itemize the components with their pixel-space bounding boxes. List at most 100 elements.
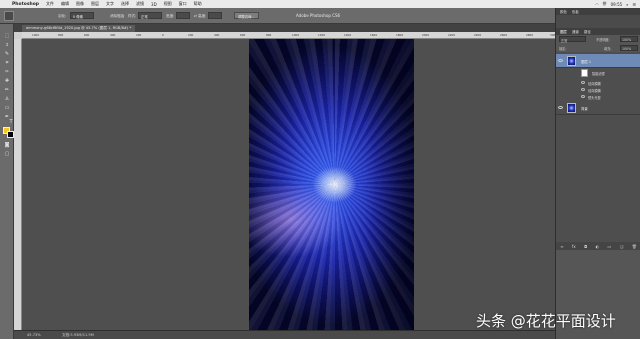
menu-help[interactable]: 帮助	[194, 1, 202, 7]
wifi-icon[interactable]: ◠	[595, 2, 599, 7]
stamp-tool-icon[interactable]: ♙	[3, 96, 11, 103]
marquee-tool-icon[interactable]: ⬚	[3, 33, 11, 40]
menu-edit[interactable]: 编辑	[61, 1, 69, 7]
link-layers-icon[interactable]: ∞	[560, 244, 563, 249]
menubar-status: ◠ 拼 09:55 ⌕ ☰	[595, 0, 636, 8]
layers-footer: ∞ fx ◘ ◐ ▭ ❏ 🗑	[556, 242, 640, 250]
layer-name: 背景	[581, 107, 588, 111]
document-tab[interactable]: aimmony-g68cf6f4d_1920.jpg @ 45.7% (图层 1…	[22, 25, 136, 32]
background-color-swatch[interactable]	[7, 131, 14, 138]
visibility-eye-icon[interactable]	[558, 106, 563, 109]
swap-icon[interactable]: ⇄	[194, 14, 197, 18]
filter-visibility-icon[interactable]	[581, 88, 585, 91]
new-layer-icon[interactable]: ❏	[620, 244, 624, 249]
tools-panel: ⬚ ↄ ✎ ⌗ ✑ ✚ ✏ ♙ ▭ ✒ T ◙ ▢	[0, 24, 14, 339]
feather-input[interactable]: 0 像素	[70, 12, 94, 19]
menu-3d[interactable]: 3D	[151, 2, 157, 7]
lasso-tool-icon[interactable]: ↄ	[3, 42, 11, 49]
ruler-label: 1600	[370, 33, 378, 37]
refine-edge-button[interactable]: 调整边缘...	[234, 12, 259, 19]
menu-type[interactable]: 文字	[106, 1, 114, 7]
vertical-ruler[interactable]	[14, 39, 22, 330]
feather-label: 羽化:	[58, 14, 67, 18]
delete-layer-icon[interactable]: 🗑	[632, 244, 637, 249]
quick-select-tool-icon[interactable]: ✎	[3, 51, 11, 58]
mac-menubar: Photoshop 文件 编辑 图像 图层 文字 选择 滤镜 3D 视图 窗口 …	[0, 0, 640, 8]
brush-tool-icon[interactable]: ✏	[3, 87, 11, 94]
ruler-origin[interactable]	[14, 32, 22, 39]
status-bar: 45.73% 文档:5.93M/11.9M	[14, 330, 555, 339]
tool-preset-picker[interactable]	[4, 11, 14, 21]
opacity-input[interactable]: 100%	[620, 36, 638, 42]
document-size[interactable]: 文档:5.93M/11.9M	[62, 333, 94, 338]
filter-visibility-icon[interactable]	[581, 81, 585, 84]
filter-visibility-icon[interactable]	[581, 95, 585, 98]
tab-color[interactable]: 颜色	[560, 9, 567, 14]
layer-row-background[interactable]: 背景	[556, 101, 640, 115]
menu-file[interactable]: 文件	[46, 1, 54, 7]
adjustment-layer-icon[interactable]: ◐	[596, 244, 600, 249]
eraser-tool-icon[interactable]: ▭	[3, 105, 11, 112]
blend-mode-select[interactable]: 正常	[559, 36, 586, 43]
screen-mode-icon[interactable]: ▢	[3, 151, 11, 158]
filter-row[interactable]: 径向模糊	[556, 86, 640, 93]
menu-filter[interactable]: 滤镜	[136, 1, 144, 7]
menu-select[interactable]: 选择	[121, 1, 129, 7]
menu-layer[interactable]: 图层	[91, 1, 99, 7]
ruler-label: 2000	[422, 33, 430, 37]
input-method[interactable]: 拼	[603, 1, 607, 7]
visibility-eye-icon[interactable]	[558, 59, 563, 62]
window-title: Adobe Photoshop CS6	[296, 13, 341, 18]
add-mask-icon[interactable]: ◘	[584, 244, 587, 249]
smart-filter-row[interactable]: 智能滤镜	[556, 69, 640, 77]
ruler-label: 200	[136, 33, 142, 37]
filter-row[interactable]: 径向模糊	[556, 79, 640, 86]
menu-window[interactable]: 窗口	[179, 1, 187, 7]
new-group-icon[interactable]: ▭	[608, 244, 612, 249]
smart-filter-label: 智能滤镜	[592, 72, 605, 76]
ruler-label: 2200	[448, 33, 456, 37]
quick-mask-icon[interactable]: ◙	[3, 142, 11, 149]
vignette-overlay	[249, 39, 414, 330]
tab-paths[interactable]: 路径	[584, 29, 591, 34]
search-icon[interactable]: ⌕	[626, 2, 628, 7]
height-label: 高度:	[198, 14, 207, 18]
tab-layers[interactable]: 图层	[560, 29, 567, 34]
filter-mask-thumbnail[interactable]	[581, 69, 588, 77]
layer-row-layer1[interactable]: 图层 1	[556, 54, 640, 68]
app-menu[interactable]: Photoshop	[12, 2, 39, 7]
layer-style-icon[interactable]: fx	[572, 244, 576, 249]
width-label: 宽度:	[166, 14, 175, 18]
ruler-label: 1000	[32, 33, 40, 37]
ruler-label: 200	[188, 33, 194, 37]
ruler-label: 600	[84, 33, 90, 37]
zoom-level[interactable]: 45.73%	[27, 333, 41, 337]
ruler-label: 1200	[318, 33, 326, 37]
eyedropper-tool-icon[interactable]: ✑	[3, 69, 11, 76]
menu-image[interactable]: 图像	[76, 1, 84, 7]
layer-thumbnail	[567, 103, 576, 113]
fill-input[interactable]: 100%	[620, 45, 638, 51]
fill-label: 填充:	[604, 47, 612, 51]
ruler-label: 2800	[526, 33, 534, 37]
style-select[interactable]: 正常	[138, 12, 162, 19]
horizontal-ruler[interactable]: 1000 800 600 400 200 0 200 400 600 800 1…	[22, 32, 557, 39]
image-canvas[interactable]	[249, 39, 414, 330]
width-input[interactable]	[176, 12, 190, 19]
menu-view[interactable]: 视图	[164, 1, 172, 7]
ruler-label: 800	[266, 33, 272, 37]
layer-thumbnail	[567, 56, 576, 66]
ruler-label: 600	[240, 33, 246, 37]
antialias-checkbox[interactable]: 消除锯齿	[110, 14, 124, 19]
tab-swatches[interactable]: 色板	[572, 9, 579, 14]
document-tab-bar: aimmony-g68cf6f4d_1920.jpg @ 45.7% (图层 1…	[14, 24, 555, 32]
filter-row[interactable]: 镜头光晕	[556, 93, 640, 100]
ruler-label: 1400	[344, 33, 352, 37]
crop-tool-icon[interactable]: ⌗	[3, 60, 11, 67]
clock[interactable]: 09:55	[611, 2, 623, 7]
healing-tool-icon[interactable]: ✚	[3, 78, 11, 85]
ruler-label: 2400	[474, 33, 482, 37]
menu-list-icon[interactable]: ☰	[632, 2, 636, 7]
height-input[interactable]	[208, 12, 222, 19]
tab-channels[interactable]: 通道	[572, 29, 579, 34]
